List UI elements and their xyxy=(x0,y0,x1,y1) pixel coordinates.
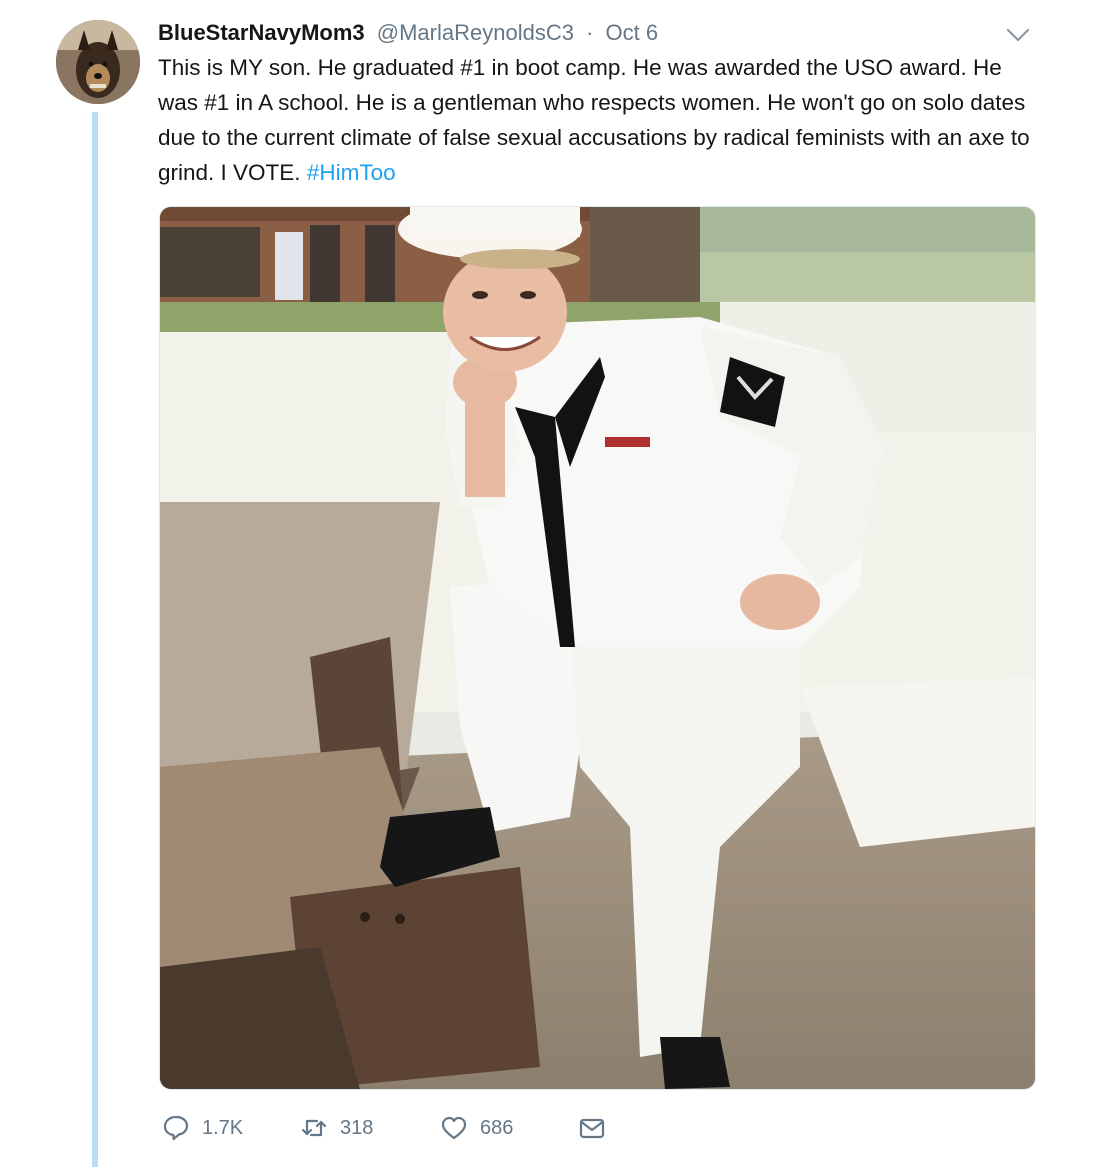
display-name[interactable]: BlueStarNavyMom3 xyxy=(158,20,365,45)
tweet-actions-bar: 1.7K 318 686 xyxy=(162,1110,606,1146)
retweet-icon xyxy=(301,1119,327,1137)
tweet-text: This is MY son. He graduated #1 in boot … xyxy=(158,50,1038,190)
hashtag-link[interactable]: #HimToo xyxy=(307,160,396,185)
like-count: 686 xyxy=(480,1116,514,1139)
like-button[interactable]: 686 xyxy=(440,1114,578,1142)
thread-connector-line xyxy=(92,112,98,1167)
reply-button[interactable]: 1.7K xyxy=(162,1114,300,1142)
tweet-photo[interactable] xyxy=(159,206,1036,1090)
reply-icon xyxy=(163,1115,189,1141)
tweet-date[interactable]: Oct 6 xyxy=(606,20,659,45)
tweet-header: BlueStarNavyMom3 @MarlaReynoldsC3 · Oct … xyxy=(158,18,1038,48)
direct-message-button[interactable] xyxy=(578,1114,606,1142)
heart-icon xyxy=(441,1116,467,1140)
user-avatar[interactable] xyxy=(56,20,140,104)
chevron-down-icon[interactable] xyxy=(1004,24,1032,46)
header-separator: · xyxy=(586,20,594,45)
reply-count: 1.7K xyxy=(202,1116,244,1139)
retweet-count: 318 xyxy=(340,1116,374,1139)
dog-avatar-image xyxy=(56,20,140,104)
tweet-text-body: This is MY son. He graduated #1 in boot … xyxy=(158,55,1030,185)
user-handle[interactable]: @MarlaReynoldsC3 xyxy=(377,20,574,45)
retweet-button[interactable]: 318 xyxy=(300,1114,440,1142)
envelope-icon xyxy=(579,1118,605,1139)
sailor-photo xyxy=(160,207,1035,1089)
tweet-body: BlueStarNavyMom3 @MarlaReynoldsC3 · Oct … xyxy=(158,18,1038,190)
